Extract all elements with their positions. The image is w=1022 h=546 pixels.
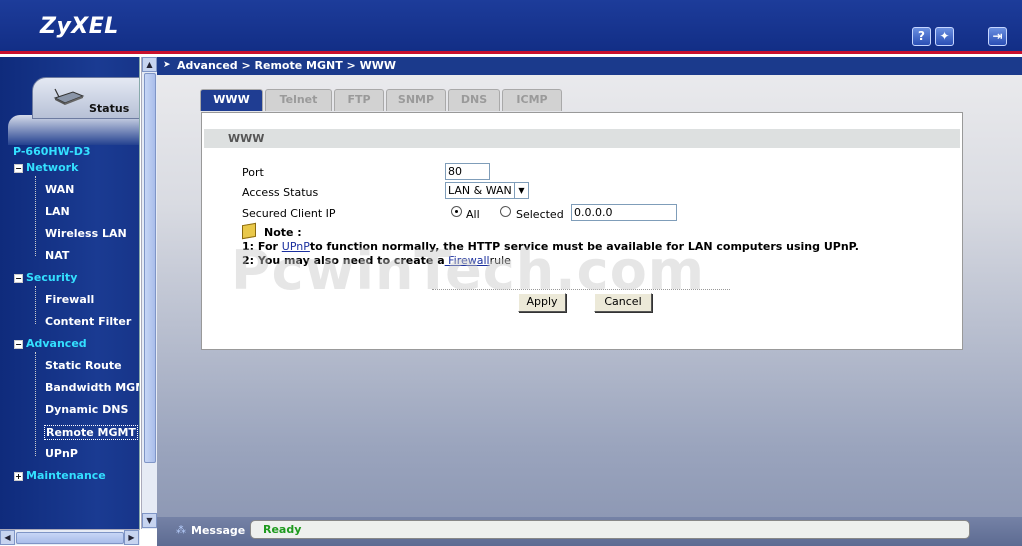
watermark-text: PcwinTech.com [231, 239, 706, 302]
nav-group-label: Advanced [26, 337, 87, 350]
logout-icon[interactable]: ⇥ [988, 27, 1007, 46]
tree-line [35, 286, 36, 324]
nav-group-label: Network [26, 161, 79, 174]
collapse-icon[interactable]: − [14, 164, 23, 173]
tab-ftp[interactable]: FTP [334, 89, 384, 111]
section-title: WWW [204, 129, 960, 148]
zyxel-logo: ZyXEL [40, 14, 119, 39]
sidebar-item-bandwidth-mgmt[interactable]: Bandwidth MGMT [45, 381, 139, 394]
message-icon: ⁂ [176, 525, 186, 536]
router-icon [53, 88, 85, 105]
sidebar-item-wireless-lan[interactable]: Wireless LAN [45, 227, 127, 240]
sidebar-item-nat[interactable]: NAT [45, 249, 69, 262]
message-label: Message [191, 524, 246, 537]
radio-all-label: All [466, 208, 480, 221]
tab-dns[interactable]: DNS [448, 89, 500, 111]
status-label: Status [89, 102, 130, 115]
access-status-select[interactable]: LAN & WAN ▼ [445, 182, 529, 199]
breadcrumb-arrow-icon: ➤ [163, 60, 171, 70]
nav-group-security[interactable]: − Security [14, 271, 77, 284]
sidebar-item-static-route[interactable]: Static Route [45, 359, 122, 372]
tab-telnet[interactable]: Telnet [265, 89, 332, 111]
tab-www[interactable]: WWW [200, 89, 263, 111]
tree-line [35, 176, 36, 256]
nav-group-network[interactable]: − Network [14, 161, 78, 174]
scroll-thumb[interactable] [16, 532, 124, 544]
nav-group-advanced[interactable]: − Advanced [14, 337, 87, 350]
top-header: ZyXEL ? ✦ ⇥ [0, 0, 1022, 54]
message-box: Ready [250, 520, 970, 539]
scroll-right-icon[interactable]: ▶ [124, 530, 139, 545]
breadcrumb: ➤ Advanced > Remote MGNT > WWW [157, 57, 1022, 75]
access-status-label: Access Status [242, 186, 319, 199]
radio-selected-label: Selected [516, 208, 564, 221]
tab-snmp[interactable]: SNMP [386, 89, 446, 111]
tree-line [35, 352, 36, 456]
sidebar-vertical-scrollbar[interactable]: ▲ ▼ [141, 57, 157, 529]
port-label: Port [242, 166, 264, 179]
sidebar-item-wan[interactable]: WAN [45, 183, 74, 196]
secured-client-ip-label: Secured Client IP [242, 207, 336, 220]
tab-icmp[interactable]: ICMP [502, 89, 562, 111]
model-name: P-660HW-D3 [13, 145, 91, 158]
wizard-icon[interactable]: ✦ [935, 27, 954, 46]
sidebar-nav: Status P-660HW-D3 − Network WAN LAN Wirel… [0, 57, 140, 529]
breadcrumb-text: Advanced > Remote MGNT > WWW [177, 59, 397, 72]
status-bar: ⁂ Message Ready [157, 517, 1022, 546]
radio-selected[interactable] [500, 206, 511, 217]
settings-panel: WWW Port 80 Access Status LAN & WAN ▼ Se… [201, 112, 963, 350]
nav-group-label: Security [26, 271, 78, 284]
nav-group-label: Maintenance [26, 469, 106, 482]
chevron-down-icon[interactable]: ▼ [514, 183, 528, 198]
sidebar-item-lan[interactable]: LAN [45, 205, 70, 218]
sidebar-item-firewall[interactable]: Firewall [45, 293, 94, 306]
collapse-icon[interactable]: − [14, 274, 23, 283]
sidebar-item-upnp[interactable]: UPnP [45, 447, 78, 460]
scroll-thumb[interactable] [144, 73, 156, 463]
status-tab[interactable]: Status [32, 77, 139, 119]
access-status-value: LAN & WAN [448, 184, 512, 197]
scroll-left-icon[interactable]: ◀ [0, 530, 15, 545]
sidebar-horizontal-scrollbar[interactable]: ◀ ▶ [0, 529, 140, 545]
scroll-down-icon[interactable]: ▼ [142, 513, 157, 528]
scroll-up-icon[interactable]: ▲ [142, 57, 157, 72]
sidebar-item-dynamic-dns[interactable]: Dynamic DNS [45, 403, 128, 416]
sidebar-item-content-filter[interactable]: Content Filter [45, 315, 131, 328]
collapse-icon[interactable]: − [14, 340, 23, 349]
port-input[interactable]: 80 [445, 163, 490, 180]
radio-all[interactable] [451, 206, 462, 217]
main-content: ➤ Advanced > Remote MGNT > WWW WWW Telne… [157, 57, 1022, 546]
sidebar-item-remote-mgmt[interactable]: Remote MGMT [44, 425, 138, 440]
nav-group-maintenance[interactable]: + Maintenance [14, 469, 106, 482]
sidebar: Status P-660HW-D3 − Network WAN LAN Wirel… [0, 57, 157, 546]
selected-ip-input[interactable]: 0.0.0.0 [571, 204, 677, 221]
help-icon[interactable]: ? [912, 27, 931, 46]
sidebar-tab-background [8, 115, 139, 145]
note-icon [242, 222, 256, 240]
note-title: Note : [264, 226, 302, 239]
expand-icon[interactable]: + [14, 472, 23, 481]
